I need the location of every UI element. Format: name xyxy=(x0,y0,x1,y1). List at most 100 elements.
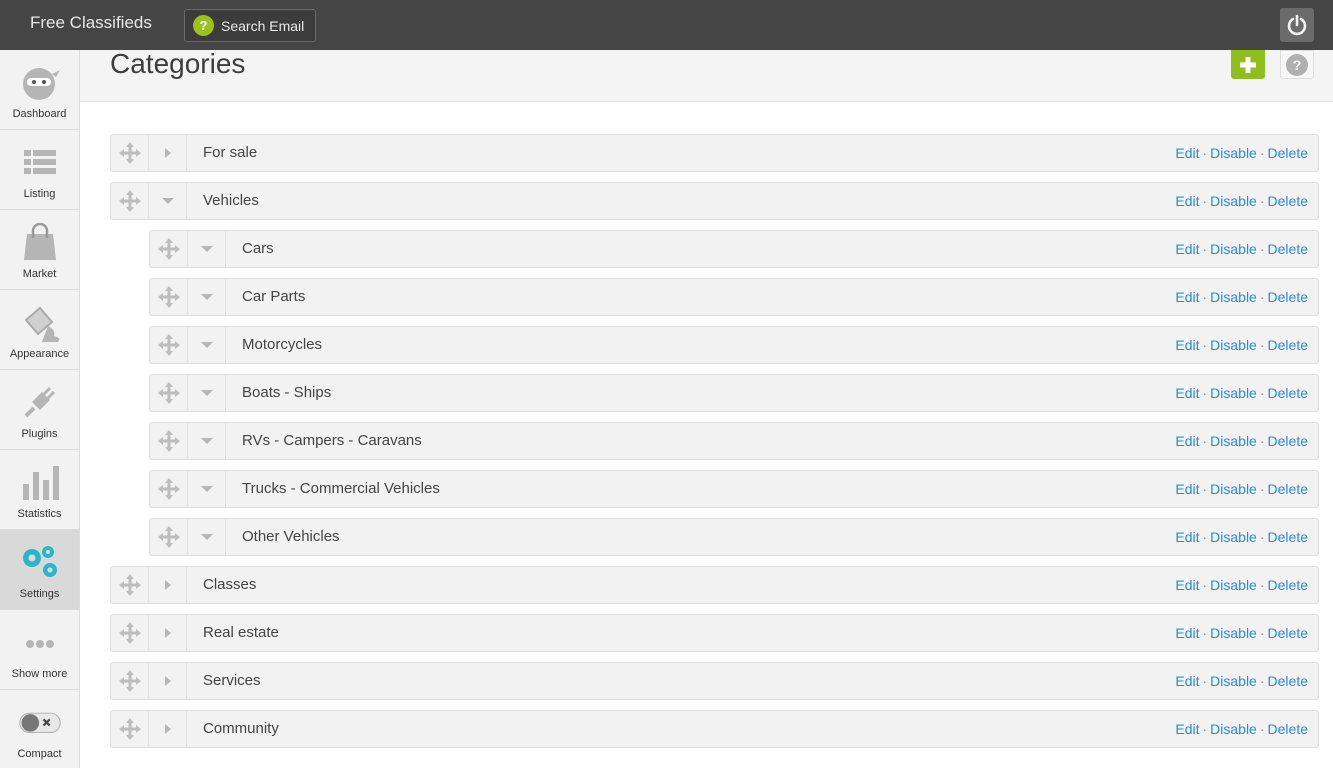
disable-link[interactable]: Disable xyxy=(1210,289,1257,305)
sidebar-item-settings[interactable]: Settings xyxy=(0,530,79,610)
edit-link[interactable]: Edit xyxy=(1175,481,1199,497)
collapse-toggle[interactable] xyxy=(188,327,226,363)
paint-bucket-icon xyxy=(18,302,62,342)
edit-link[interactable]: Edit xyxy=(1175,721,1199,737)
edit-link[interactable]: Edit xyxy=(1175,577,1199,593)
disable-link[interactable]: Disable xyxy=(1210,337,1257,353)
collapse-toggle[interactable] xyxy=(188,519,226,555)
separator: · xyxy=(1202,577,1208,593)
logout-button[interactable] xyxy=(1280,8,1314,42)
category-actions: Edit · Disable · Delete xyxy=(1175,721,1308,737)
category-actions: Edit · Disable · Delete xyxy=(1175,337,1308,353)
delete-link[interactable]: Delete xyxy=(1268,145,1308,161)
search-email-button[interactable]: ? Search Email xyxy=(184,9,316,42)
expand-toggle[interactable] xyxy=(149,615,187,651)
delete-link[interactable]: Delete xyxy=(1268,481,1308,497)
drag-handle-icon[interactable] xyxy=(111,711,149,747)
collapse-toggle[interactable] xyxy=(188,279,226,315)
edit-link[interactable]: Edit xyxy=(1175,385,1199,401)
delete-link[interactable]: Delete xyxy=(1268,721,1308,737)
delete-link[interactable]: Delete xyxy=(1268,385,1308,401)
delete-link[interactable]: Delete xyxy=(1268,193,1308,209)
bar-chart-icon xyxy=(18,462,62,502)
delete-link[interactable]: Delete xyxy=(1268,241,1308,257)
disable-link[interactable]: Disable xyxy=(1210,529,1257,545)
top-bar: Free Classifieds ? Search Email xyxy=(0,0,1333,50)
disable-link[interactable]: Disable xyxy=(1210,385,1257,401)
delete-link[interactable]: Delete xyxy=(1268,577,1308,593)
brand-title[interactable]: Free Classifieds xyxy=(30,13,152,33)
edit-link[interactable]: Edit xyxy=(1175,289,1199,305)
edit-link[interactable]: Edit xyxy=(1175,193,1199,209)
delete-link[interactable]: Delete xyxy=(1268,529,1308,545)
bag-icon xyxy=(18,222,62,262)
caret-down-icon xyxy=(200,390,213,396)
sidebar-item-statistics[interactable]: Statistics xyxy=(0,450,79,530)
collapse-toggle[interactable] xyxy=(149,183,187,219)
disable-link[interactable]: Disable xyxy=(1210,193,1257,209)
drag-handle-icon[interactable] xyxy=(111,663,149,699)
edit-link[interactable]: Edit xyxy=(1175,337,1199,353)
sidebar-item-appearance[interactable]: Appearance xyxy=(0,290,79,370)
edit-link[interactable]: Edit xyxy=(1175,529,1199,545)
help-button[interactable]: ? xyxy=(1280,50,1314,79)
caret-right-icon xyxy=(164,676,171,686)
disable-link[interactable]: Disable xyxy=(1210,241,1257,257)
sidebar-item-show-more[interactable]: Show more xyxy=(0,610,79,690)
sidebar-item-compact[interactable]: Compact xyxy=(0,690,79,768)
sidebar-item-dashboard[interactable]: Dashboard xyxy=(0,50,79,130)
drag-handle-icon[interactable] xyxy=(150,519,188,555)
delete-link[interactable]: Delete xyxy=(1268,625,1308,641)
drag-handle-icon[interactable] xyxy=(150,279,188,315)
separator: · xyxy=(1202,385,1208,401)
category-actions: Edit · Disable · Delete xyxy=(1175,673,1308,689)
drag-handle-icon[interactable] xyxy=(111,567,149,603)
disable-link[interactable]: Disable xyxy=(1210,577,1257,593)
separator: · xyxy=(1202,433,1208,449)
edit-link[interactable]: Edit xyxy=(1175,433,1199,449)
drag-handle-icon[interactable] xyxy=(150,231,188,267)
delete-link[interactable]: Delete xyxy=(1268,673,1308,689)
collapse-toggle[interactable] xyxy=(188,471,226,507)
sidebar-item-label: Appearance xyxy=(9,348,70,360)
drag-handle-icon[interactable] xyxy=(111,183,149,219)
disable-link[interactable]: Disable xyxy=(1210,721,1257,737)
sidebar-item-market[interactable]: Market xyxy=(0,210,79,290)
expand-toggle[interactable] xyxy=(149,663,187,699)
category-actions: Edit · Disable · Delete xyxy=(1175,481,1308,497)
disable-link[interactable]: Disable xyxy=(1210,481,1257,497)
drag-handle-icon[interactable] xyxy=(150,375,188,411)
edit-link[interactable]: Edit xyxy=(1175,241,1199,257)
delete-link[interactable]: Delete xyxy=(1268,289,1308,305)
drag-handle-icon[interactable] xyxy=(150,471,188,507)
disable-link[interactable]: Disable xyxy=(1210,145,1257,161)
drag-handle-icon[interactable] xyxy=(111,135,149,171)
sidebar-item-listing[interactable]: Listing xyxy=(0,130,79,210)
edit-link[interactable]: Edit xyxy=(1175,625,1199,641)
caret-down-icon xyxy=(200,486,213,492)
delete-link[interactable]: Delete xyxy=(1268,433,1308,449)
drag-handle-icon[interactable] xyxy=(111,615,149,651)
drag-handle-icon[interactable] xyxy=(150,327,188,363)
collapse-toggle[interactable] xyxy=(188,423,226,459)
disable-link[interactable]: Disable xyxy=(1210,433,1257,449)
delete-link[interactable]: Delete xyxy=(1268,337,1308,353)
separator: · xyxy=(1202,145,1208,161)
drag-handle-icon[interactable] xyxy=(150,423,188,459)
dots-icon xyxy=(18,622,62,662)
expand-toggle[interactable] xyxy=(149,567,187,603)
category-actions: Edit · Disable · Delete xyxy=(1175,625,1308,641)
collapse-toggle[interactable] xyxy=(188,375,226,411)
edit-link[interactable]: Edit xyxy=(1175,145,1199,161)
expand-toggle[interactable] xyxy=(149,135,187,171)
sidebar: Dashboard Listing Market Appearance Plug… xyxy=(0,50,80,768)
disable-link[interactable]: Disable xyxy=(1210,673,1257,689)
sidebar-item-plugins[interactable]: Plugins xyxy=(0,370,79,450)
disable-link[interactable]: Disable xyxy=(1210,625,1257,641)
add-category-button[interactable] xyxy=(1231,50,1265,79)
edit-link[interactable]: Edit xyxy=(1175,673,1199,689)
collapse-toggle[interactable] xyxy=(188,231,226,267)
search-email-label: Search Email xyxy=(221,17,305,34)
expand-toggle[interactable] xyxy=(149,711,187,747)
category-name: For sale xyxy=(203,144,258,161)
